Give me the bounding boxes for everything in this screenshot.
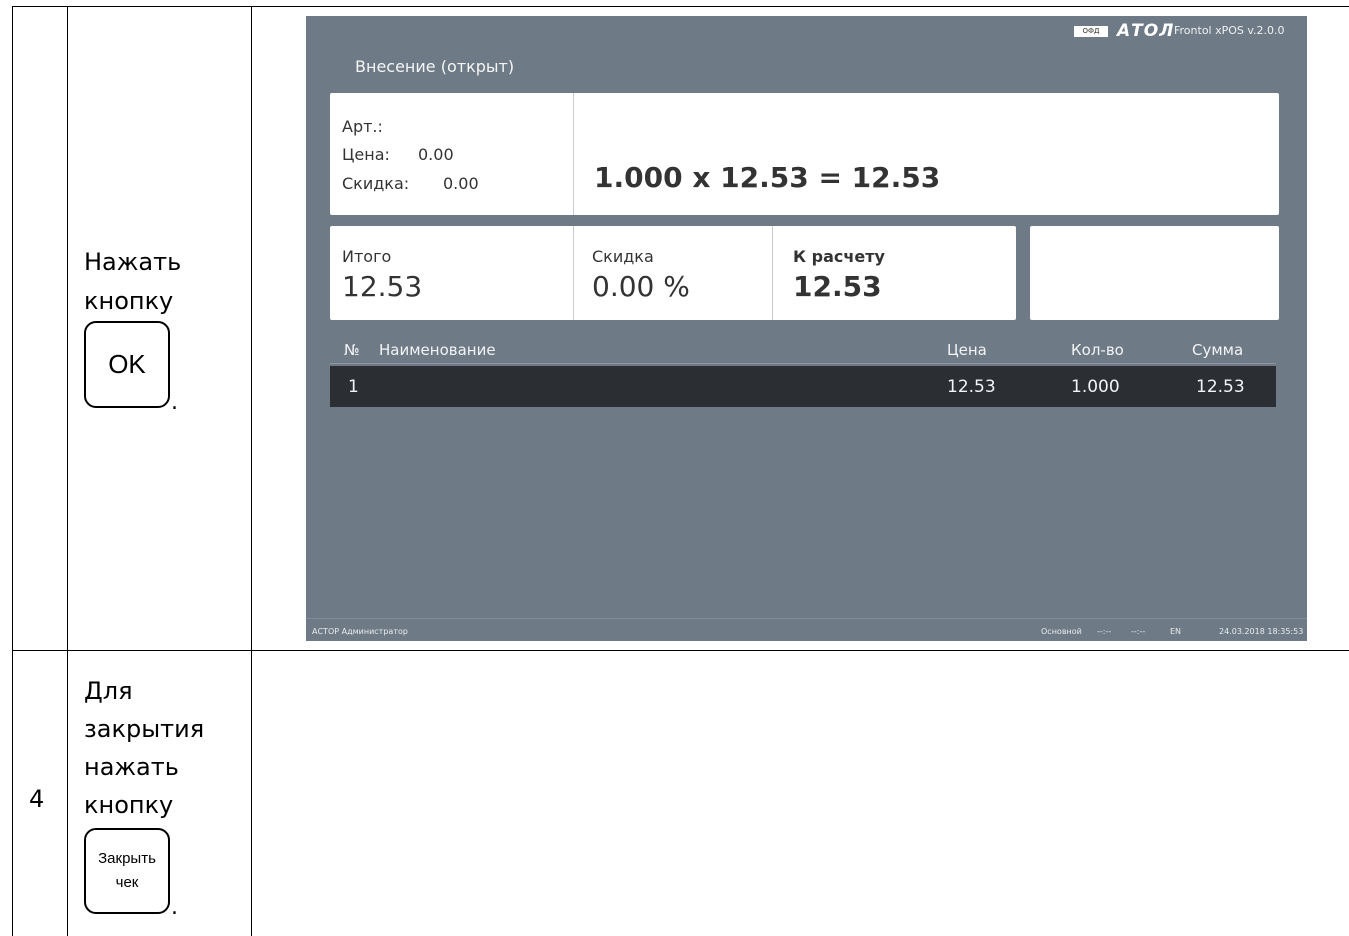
- footer-datetime: 24.03.2018 18:35:53: [1219, 627, 1304, 636]
- header-divider: [330, 363, 1276, 364]
- step-instruction-line: Нажать: [84, 248, 182, 276]
- key-label: OK: [108, 349, 146, 379]
- discount-label: Скидка:: [342, 174, 410, 193]
- step-instruction-line: нажать: [84, 753, 179, 781]
- step-instruction-line: закрытия: [84, 715, 205, 743]
- table-left-border: [12, 6, 13, 936]
- row-price: 12.53: [947, 377, 996, 397]
- footer-lang: EN: [1170, 627, 1182, 636]
- pos-screen: ОФД АТОЛ Frontol xPOS v.2.0.0 Внесение (…: [306, 16, 1307, 641]
- extra-info-panel: [1030, 226, 1279, 320]
- totals-panel: Итого 12.53 Скидка 0.00 % К расчету 12.5…: [330, 226, 1016, 320]
- period: .: [171, 390, 178, 415]
- total-label: Итого: [342, 247, 392, 266]
- column-divider: [67, 6, 68, 936]
- panel-separator: [573, 226, 574, 320]
- row-divider: [12, 650, 1349, 651]
- item-info-panel: Арт.: Цена: 0.00 Скидка: 0.00 1.000 x 12…: [330, 93, 1279, 215]
- footer-divider: [306, 618, 1307, 619]
- footer-mode: Основной: [1041, 627, 1082, 636]
- step-instruction-line: кнопку: [84, 791, 174, 819]
- footer-time-1: --:--: [1097, 627, 1112, 636]
- price-label: Цена:: [342, 145, 390, 164]
- version-label: Frontol xPOS v.2.0.0: [1174, 24, 1285, 37]
- row-number: 1: [348, 377, 359, 397]
- article-label: Арт.:: [342, 117, 383, 136]
- key-label-line: чек: [115, 874, 139, 891]
- col-header-sum: Сумма: [1192, 341, 1244, 359]
- discount-pct-label: Скидка: [592, 247, 654, 266]
- column-divider: [251, 6, 252, 936]
- panel-separator: [772, 226, 773, 320]
- key-label-line: Закрыть: [98, 850, 156, 867]
- step-instruction-line: Для: [84, 677, 133, 705]
- total-value: 12.53: [342, 270, 423, 303]
- col-header-name: Наименование: [379, 341, 496, 359]
- col-header-number: №: [344, 341, 360, 359]
- footer-time-2: --:--: [1131, 627, 1146, 636]
- to-pay-label: К расчету: [793, 247, 885, 266]
- mode-title: Внесение (открыт): [355, 57, 515, 76]
- row-qty: 1.000: [1071, 377, 1120, 397]
- price-value: 0.00: [418, 145, 454, 164]
- ok-key-icon: OK: [84, 321, 170, 408]
- table-row[interactable]: 1 12.53 1.000 12.53: [330, 366, 1276, 407]
- col-header-qty: Кол-во: [1071, 341, 1124, 359]
- ofd-badge: ОФД: [1074, 26, 1108, 37]
- table-top-border: [12, 6, 1349, 7]
- discount-value: 0.00: [443, 174, 479, 193]
- close-receipt-key-icon: Закрыть чек: [84, 828, 170, 914]
- step-instruction-line: кнопку: [84, 287, 174, 315]
- discount-pct-value: 0.00 %: [592, 270, 690, 303]
- calc-formula: 1.000 x 12.53 = 12.53: [594, 161, 941, 194]
- period: .: [171, 895, 178, 920]
- panel-separator: [573, 93, 574, 215]
- step-number: 4: [29, 785, 45, 813]
- atol-logo: АТОЛ: [1117, 21, 1175, 41]
- row-sum: 12.53: [1196, 377, 1245, 397]
- col-header-price: Цена: [947, 341, 987, 359]
- footer-user: АСТОР Администратор: [312, 627, 408, 636]
- to-pay-value: 12.53: [793, 270, 882, 303]
